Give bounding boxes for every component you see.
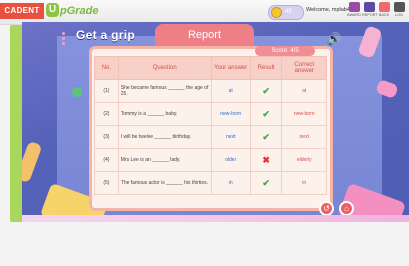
log-button[interactable]: LOG [392,2,406,22]
table-row: (5) The famous actor is ______ his thirt… [94,171,327,195]
coin-icon [271,7,282,18]
table-row: (1) She became famous ______ the age of … [94,79,327,103]
row-your-answer: at [210,79,251,103]
back-label: BACK [378,13,390,17]
table-header-row: No. Question Your answer Result Correct … [94,56,327,80]
row-number: (3) [94,125,119,149]
log-icon [393,2,405,12]
row-result: ✔ [249,171,283,195]
page-bottom [0,222,409,266]
check-icon: ✔ [262,177,270,188]
cross-icon: ✖ [262,154,270,165]
award-label: AWARD [347,13,361,17]
row-number: (2) [94,102,119,126]
table-row: (3) I will be twelve ______ birthday. ne… [94,125,327,149]
report-icon [363,2,375,12]
back-icon [378,2,390,12]
row-result: ✔ [249,102,283,126]
row-correct-answer: in [281,171,327,195]
game-title: Get a grip [76,28,136,42]
table-row: (4) Mrs Lee is an ______ lady. older ✖ e… [94,148,327,172]
check-icon: ✔ [262,108,270,119]
report-table: No. Question Your answer Result Correct … [94,56,327,195]
top-icon-group: AWARD REPORT BACK LOG [347,2,407,22]
col-question-header: Question [117,56,212,80]
retry-icon: ↺ [323,204,330,213]
row-number: (4) [94,148,119,172]
col-no-header: No. [94,56,119,80]
row-number: (5) [94,171,119,195]
log-label: LOG [394,13,404,17]
dots-icon [62,32,72,46]
row-question: Tommy is a ______ baby. [117,102,212,126]
coin-count: 45 [285,9,292,15]
col-correct-header: Correct answer [281,56,327,80]
brand-initial: U [46,3,59,17]
home-button[interactable]: ⌂ [339,201,354,216]
home-icon: ⌂ [344,204,349,213]
score-badge: Score: 4/5 [255,46,315,56]
row-question: The famous actor is ______ his thirties. [117,171,212,195]
brand-logo-left: CADENT [0,3,44,19]
coin-counter: 45 [268,5,304,20]
award-button[interactable]: AWARD [347,2,361,22]
row-correct-answer: at [281,79,327,103]
row-your-answer: next [210,125,251,149]
speaker-icon[interactable]: 🔊 [326,32,342,46]
retry-button[interactable]: ↺ [319,201,334,216]
back-button[interactable]: BACK [377,2,391,22]
row-your-answer: in [210,171,251,195]
brand-logo-right: U pGrade [44,2,99,20]
row-correct-answer: elderly [281,148,327,172]
award-icon [348,2,360,12]
col-result-header: Result [249,56,283,80]
row-number: (1) [94,79,119,103]
brand-name: pGrade [60,5,99,17]
check-icon: ✔ [262,85,270,96]
row-correct-answer: new-born [281,102,327,126]
row-your-answer: older [210,148,251,172]
report-title: Report [155,24,254,47]
row-your-answer: new-born [210,102,251,126]
row-question: Mrs Lee is an ______ lady. [117,148,212,172]
row-result: ✖ [249,148,283,172]
check-icon: ✔ [262,131,270,142]
report-label: REPORT [362,13,378,17]
row-question: She became famous ______ the age of 25. [117,79,212,103]
row-result: ✔ [249,79,283,103]
welcome-text: Welcome, mplab48 [306,7,353,13]
row-correct-answer: next [281,125,327,149]
col-answer-header: Your answer [210,56,251,80]
candy-decoration [22,140,43,184]
table-row: (2) Tommy is a ______ baby. new-born ✔ n… [94,102,327,126]
row-question: I will be twelve ______ birthday. [117,125,212,149]
row-result: ✔ [249,125,283,149]
report-button[interactable]: REPORT [362,2,378,22]
